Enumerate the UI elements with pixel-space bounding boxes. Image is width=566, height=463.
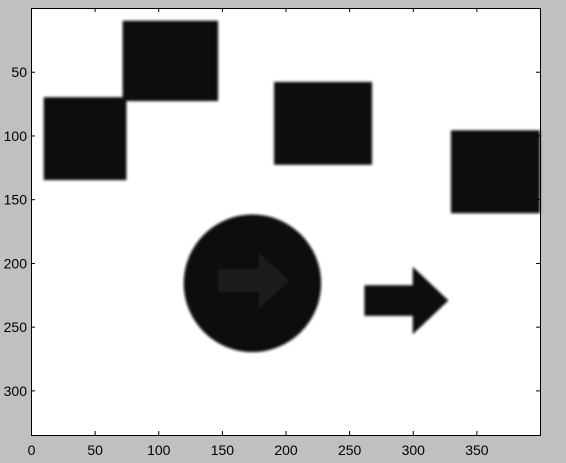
x-tick-label: 300 <box>402 442 426 458</box>
y-tick-label: 300 <box>4 383 28 399</box>
y-tick-label: 100 <box>4 128 28 144</box>
image-plot: 0 50 100 150 200 250 300 350 50 100 150 200 250 300 <box>4 8 541 458</box>
x-tick-label: 250 <box>338 442 362 458</box>
square-shape <box>450 130 540 214</box>
x-tick-label: 50 <box>87 442 103 458</box>
y-tick-label: 250 <box>4 319 28 335</box>
plot-area <box>31 8 540 435</box>
x-tick-label: 150 <box>211 442 235 458</box>
square-shape <box>43 97 127 181</box>
x-tick-label: 100 <box>147 442 171 458</box>
x-tick-label: 350 <box>465 442 489 458</box>
square-shape <box>122 20 219 102</box>
square-shape <box>274 81 373 165</box>
x-tick-label: 200 <box>274 442 298 458</box>
y-tick-label: 200 <box>4 255 28 271</box>
y-tick-label: 50 <box>11 64 27 80</box>
x-tick-label: 0 <box>28 442 36 458</box>
y-tick-label: 150 <box>4 192 28 208</box>
